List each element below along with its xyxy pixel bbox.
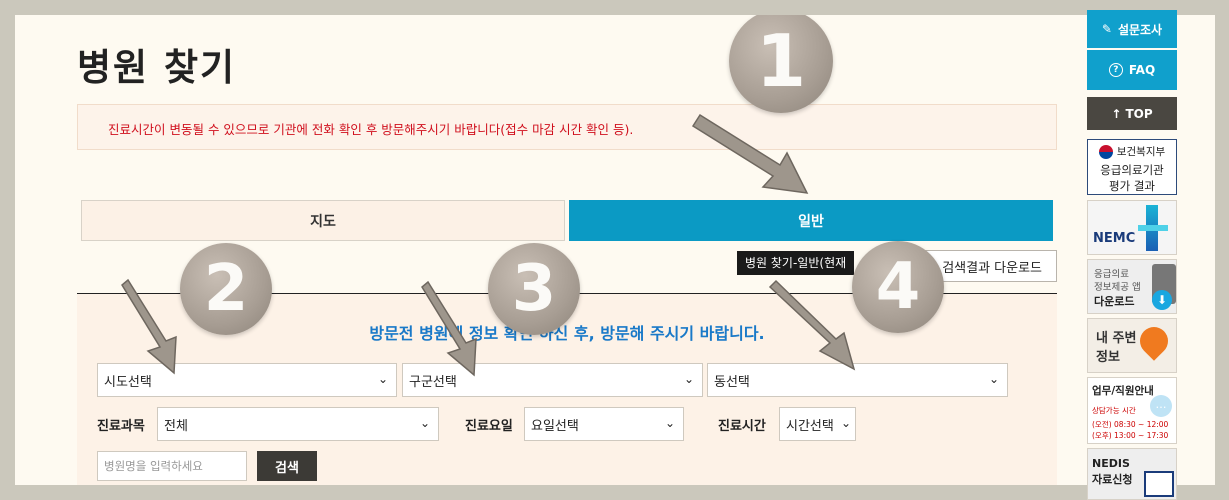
location-pin-icon	[1134, 321, 1174, 361]
help-icon: ?	[1108, 63, 1123, 77]
app-line1: 응급의료	[1094, 269, 1129, 280]
faq-button[interactable]: ? FAQ	[1087, 50, 1177, 90]
chevron-down-icon: ⌄	[683, 372, 694, 386]
annotation-badge-4: 4	[852, 241, 944, 333]
nemc-logo: NEMC	[1093, 231, 1136, 246]
chevron-down-icon: ⌄	[419, 416, 430, 430]
arrow-up-icon: ↑	[1111, 106, 1122, 121]
nedis-line1: NEDIS	[1092, 457, 1130, 470]
day-select[interactable]: 요일선택 ⌄	[524, 407, 684, 441]
time-select-value: 시간선택	[786, 418, 834, 434]
contact-pm: (오후) 13:00 ~ 17:30	[1092, 431, 1169, 440]
chevron-down-icon: ⌄	[377, 372, 388, 386]
notice-text: 진료시간이 변동될 수 있으므로 기관에 전화 확인 후 방문해주시기 바랍니다…	[108, 122, 634, 137]
chevron-down-icon: ⌄	[840, 416, 851, 430]
edit-icon: ✎	[1101, 22, 1112, 36]
nemc-cross-bar	[1138, 225, 1168, 231]
chevron-down-icon: ⌄	[664, 416, 675, 430]
hospital-name-placeholder: 병원명을 입력하세요	[104, 459, 203, 473]
download-icon: ⬇	[1152, 290, 1172, 310]
hospital-name-input[interactable]: 병원명을 입력하세요	[97, 451, 247, 481]
tab-tooltip: 병원 찾기-일반(현재	[737, 251, 855, 275]
ministry-evaluation-banner[interactable]: 보건복지부 응급의료기관 평가 결과	[1087, 139, 1177, 195]
time-select[interactable]: 시간선택 ⌄	[779, 407, 856, 441]
time-label: 진료시간	[718, 419, 766, 434]
app-download-banner[interactable]: 응급의료 정보제공 앱 다운로드 ⬇	[1087, 259, 1177, 314]
notice-box: 진료시간이 변동될 수 있으므로 기관에 전화 확인 후 방문해주시기 바랍니다…	[77, 104, 1057, 150]
nearby-info-banner[interactable]: 내 주변 정보	[1087, 318, 1177, 373]
tab-general-label: 일반	[798, 213, 824, 230]
app-line3: 다운로드	[1094, 295, 1135, 308]
survey-label: 설문조사	[1117, 22, 1163, 37]
day-select-value: 요일선택	[531, 418, 579, 434]
ministry-line2: 평가 결과	[1109, 179, 1155, 193]
contact-title: 업무/직원안내	[1092, 385, 1154, 397]
nedis-banner[interactable]: NEDIS 자료신청	[1087, 448, 1177, 500]
dong-select-value: 동선택	[714, 374, 750, 390]
arrow-icon	[691, 113, 809, 194]
page-container: 병원 찾기 진료시간이 변동될 수 있으므로 기관에 전화 확인 후 방문해주시…	[15, 15, 1215, 485]
search-button-label: 검색	[275, 460, 299, 476]
search-button[interactable]: 검색	[257, 451, 317, 481]
department-select[interactable]: 전체 ⌄	[157, 407, 439, 441]
top-button[interactable]: ↑ TOP	[1087, 97, 1177, 130]
nearby-line2: 정보	[1096, 350, 1120, 365]
nearby-line1: 내 주변	[1096, 331, 1137, 346]
page-title: 병원 찾기	[77, 46, 237, 89]
taegeuk-icon	[1098, 144, 1113, 159]
tab-general[interactable]: 일반	[569, 200, 1053, 241]
ministry-line1: 응급의료기관	[1100, 163, 1164, 177]
chevron-down-icon: ⌄	[988, 372, 999, 386]
survey-button[interactable]: ✎ 설문조사	[1087, 10, 1177, 48]
chat-icon: …	[1150, 395, 1172, 417]
contact-am: (오전) 08:30 ~ 12:00	[1092, 420, 1169, 429]
contact-info-banner[interactable]: 업무/직원안내 상담가능 시간 (오전) 08:30 ~ 12:00 (오후) …	[1087, 377, 1177, 444]
contact-hours-title: 상담가능 시간	[1092, 406, 1136, 415]
app-line2: 정보제공 앱	[1094, 282, 1141, 293]
chart-icon	[1144, 471, 1174, 497]
download-results-label: 검색결과 다운로드	[942, 260, 1042, 276]
top-label: TOP	[1125, 106, 1153, 121]
nemc-banner[interactable]: NEMC	[1087, 200, 1177, 255]
nedis-line2: 자료신청	[1092, 473, 1133, 486]
day-label: 진료요일	[465, 419, 513, 434]
faq-label: FAQ	[1128, 63, 1156, 77]
annotation-badge-2: 2	[180, 243, 272, 335]
ministry-org: 보건복지부	[1116, 146, 1166, 158]
tab-map[interactable]: 지도	[81, 200, 565, 241]
tab-map-label: 지도	[310, 213, 336, 230]
department-select-value: 전체	[164, 418, 188, 434]
annotation-badge-3: 3	[488, 243, 580, 335]
ministry-header: 보건복지부	[1088, 144, 1176, 159]
department-label: 진료과목	[97, 419, 145, 434]
